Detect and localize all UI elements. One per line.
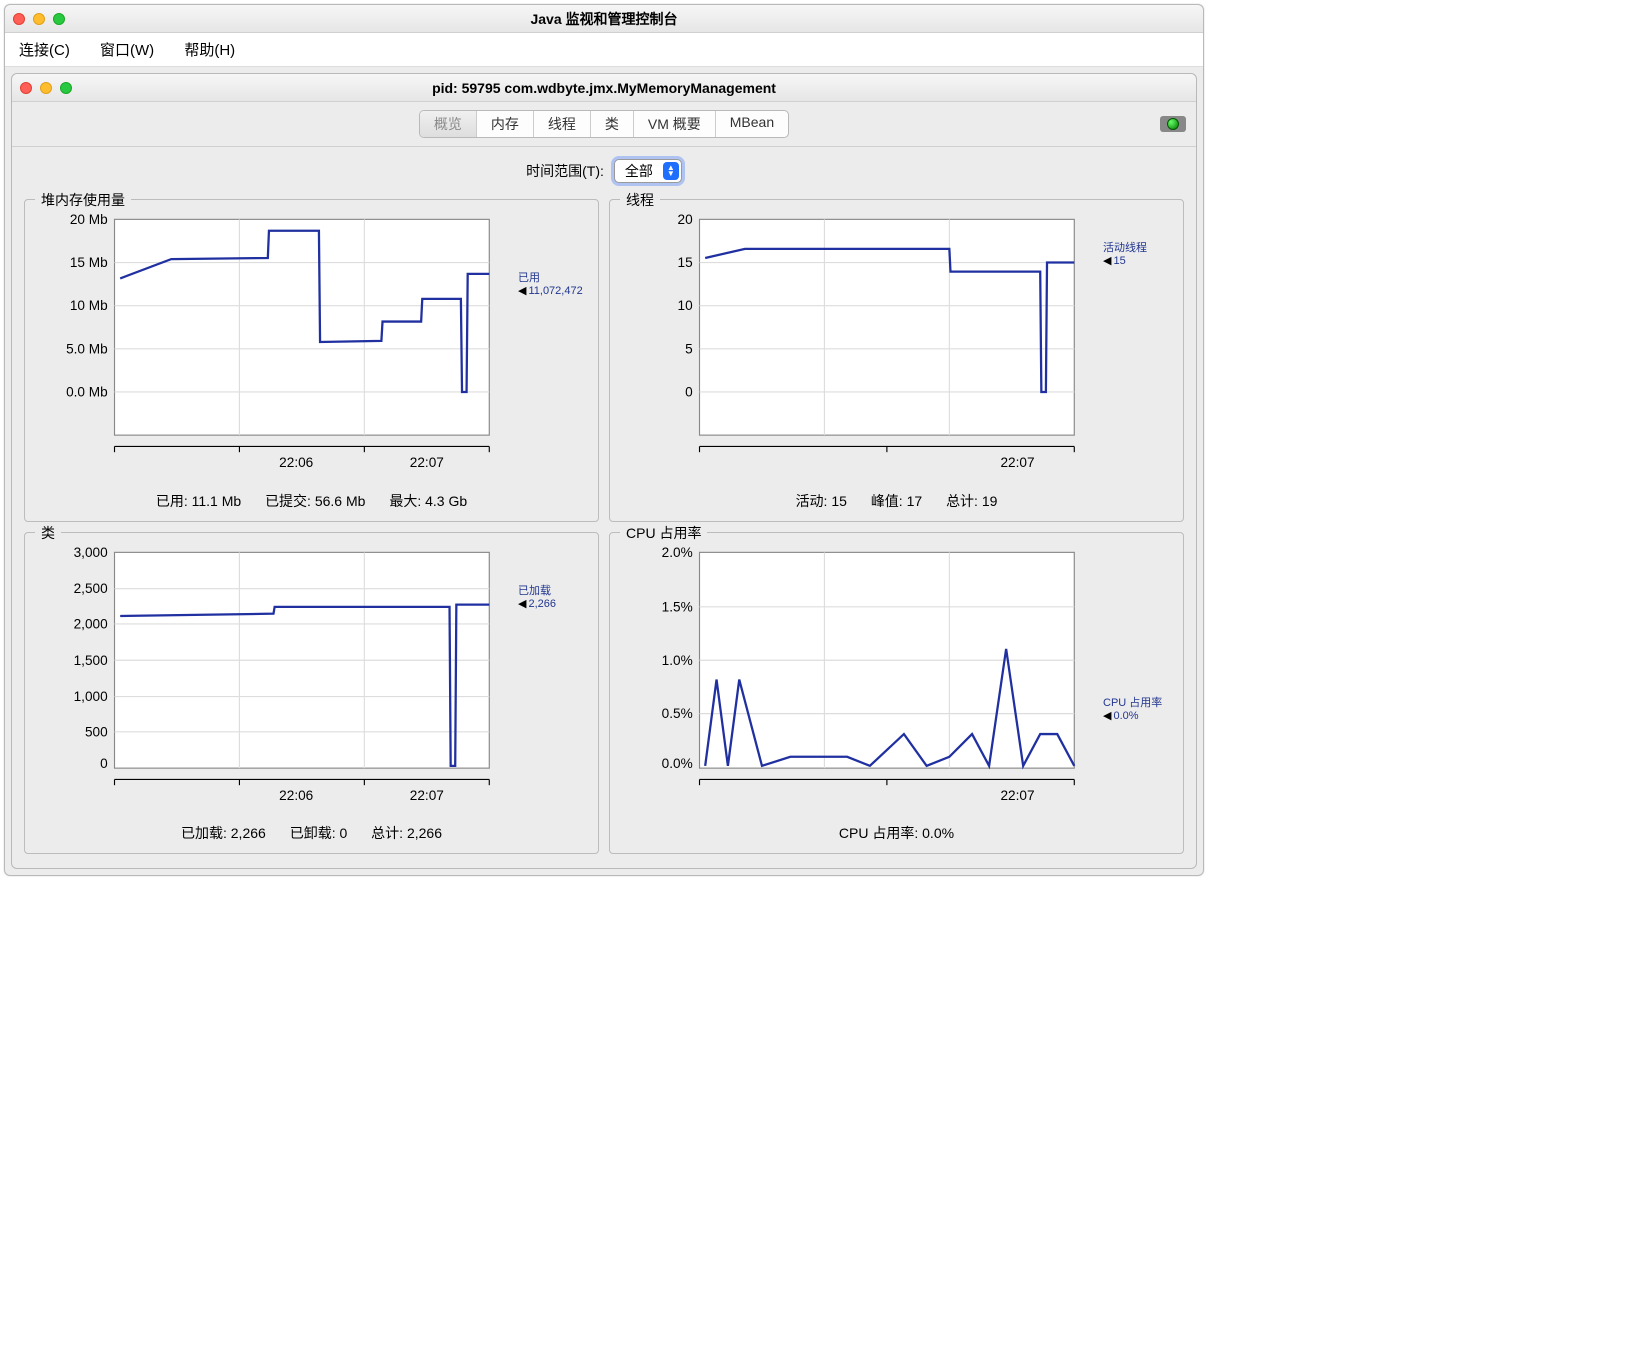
svg-text:1.5%: 1.5% [662,599,693,614]
tab-threads[interactable]: 线程 [534,111,591,137]
panel-threads-title: 线程 [620,190,660,210]
menu-connect[interactable]: 连接(C) [19,42,70,59]
svg-text:15 Mb: 15 Mb [70,255,108,270]
window-title: Java 监视和管理控制台 [5,9,1203,29]
svg-text:0.0%: 0.0% [662,756,693,771]
menubar: 连接(C) 窗口(W) 帮助(H) [5,33,1203,67]
inner-window-title: pid: 59795 com.wdbyte.jmx.MyMemoryManage… [12,80,1196,96]
panel-cpu: CPU 占用率 [609,532,1184,855]
panel-classes-title: 类 [35,523,61,543]
tab-mbean[interactable]: MBean [716,111,788,137]
inner-titlebar: pid: 59795 com.wdbyte.jmx.MyMemoryManage… [12,74,1196,102]
classes-marker: 已加载 ◀2,266 [518,585,588,611]
maximize-icon[interactable] [60,82,72,94]
chart-grid: 堆内存使用量 [12,191,1196,868]
chevron-updown-icon: ▲▼ [663,162,679,180]
heap-stats: 已用: 11.1 Mb 已提交: 56.6 Mb 最大: 4.3 Gb [35,481,588,511]
tab-toolbar: 概览 内存 线程 类 VM 概要 MBean [12,102,1196,147]
svg-text:20: 20 [678,212,694,227]
maximize-icon[interactable] [53,13,65,25]
svg-text:10 Mb: 10 Mb [70,298,108,313]
classes-stats: 已加载: 2,266 已卸载: 0 总计: 2,266 [35,813,588,843]
threads-stats: 活动: 15 峰值: 17 总计: 19 [620,481,1173,511]
heap-chart: 20 Mb 15 Mb 10 Mb 5.0 Mb 0.0 Mb [35,208,512,481]
svg-text:0: 0 [100,756,108,771]
svg-text:22:07: 22:07 [1000,787,1034,802]
svg-text:22:06: 22:06 [279,787,313,802]
svg-text:1,000: 1,000 [74,689,108,704]
svg-text:20 Mb: 20 Mb [70,212,108,227]
titlebar: Java 监视和管理控制台 [5,5,1203,33]
tab-overview[interactable]: 概览 [420,111,477,137]
time-range-label: 时间范围(T): [526,161,604,181]
cpu-stats: CPU 占用率: 0.0% [620,813,1173,843]
menu-help[interactable]: 帮助(H) [184,42,235,59]
svg-text:0.5%: 0.5% [662,706,693,721]
close-icon[interactable] [20,82,32,94]
panel-classes: 类 [24,532,599,855]
menu-window[interactable]: 窗口(W) [100,42,154,59]
svg-text:5: 5 [685,341,693,356]
minimize-icon[interactable] [33,13,45,25]
svg-text:2,000: 2,000 [74,616,108,631]
svg-text:22:07: 22:07 [1000,455,1034,470]
main-window: Java 监视和管理控制台 连接(C) 窗口(W) 帮助(H) pid: 597… [4,4,1204,876]
cpu-chart: 2.0% 1.5% 1.0% 0.5% 0.0% [620,541,1097,814]
classes-chart: 3,000 2,500 2,000 1,500 1,000 500 0 [35,541,512,814]
panel-cpu-title: CPU 占用率 [620,523,707,543]
svg-text:15: 15 [678,255,693,270]
cpu-marker: CPU 占用率 ◀0.0% [1103,697,1173,723]
svg-text:22:07: 22:07 [410,787,444,802]
tab-memory[interactable]: 内存 [477,111,534,137]
svg-text:22:07: 22:07 [410,455,444,470]
svg-text:1.0%: 1.0% [662,652,693,667]
panel-heap: 堆内存使用量 [24,199,599,522]
threads-chart: 20 15 10 5 0 [620,208,1097,481]
svg-text:10: 10 [678,298,694,313]
tab-vmsummary[interactable]: VM 概要 [634,111,716,137]
svg-text:0: 0 [685,385,693,400]
tab-segment: 概览 内存 线程 类 VM 概要 MBean [419,110,789,138]
minimize-icon[interactable] [40,82,52,94]
svg-text:1,500: 1,500 [74,652,108,667]
svg-text:5.0 Mb: 5.0 Mb [66,341,108,356]
panel-threads: 线程 [609,199,1184,522]
close-icon[interactable] [13,13,25,25]
panel-heap-title: 堆内存使用量 [35,190,131,210]
svg-text:3,000: 3,000 [74,544,108,559]
time-range-select[interactable]: 全部 ▲▼ [614,159,682,183]
tab-classes[interactable]: 类 [591,111,634,137]
threads-marker: 活动线程 ◀15 [1103,242,1173,268]
heap-marker: 已用 ◀11,072,472 [518,272,588,298]
svg-text:22:06: 22:06 [279,455,313,470]
time-range-value: 全部 [625,161,653,181]
inner-window: pid: 59795 com.wdbyte.jmx.MyMemoryManage… [11,73,1197,869]
svg-text:2.0%: 2.0% [662,544,693,559]
svg-text:0.0 Mb: 0.0 Mb [66,385,108,400]
svg-text:2,500: 2,500 [74,581,108,596]
svg-text:500: 500 [85,724,108,739]
time-range-row: 时间范围(T): 全部 ▲▼ [12,147,1196,191]
connection-status-icon [1160,116,1186,132]
